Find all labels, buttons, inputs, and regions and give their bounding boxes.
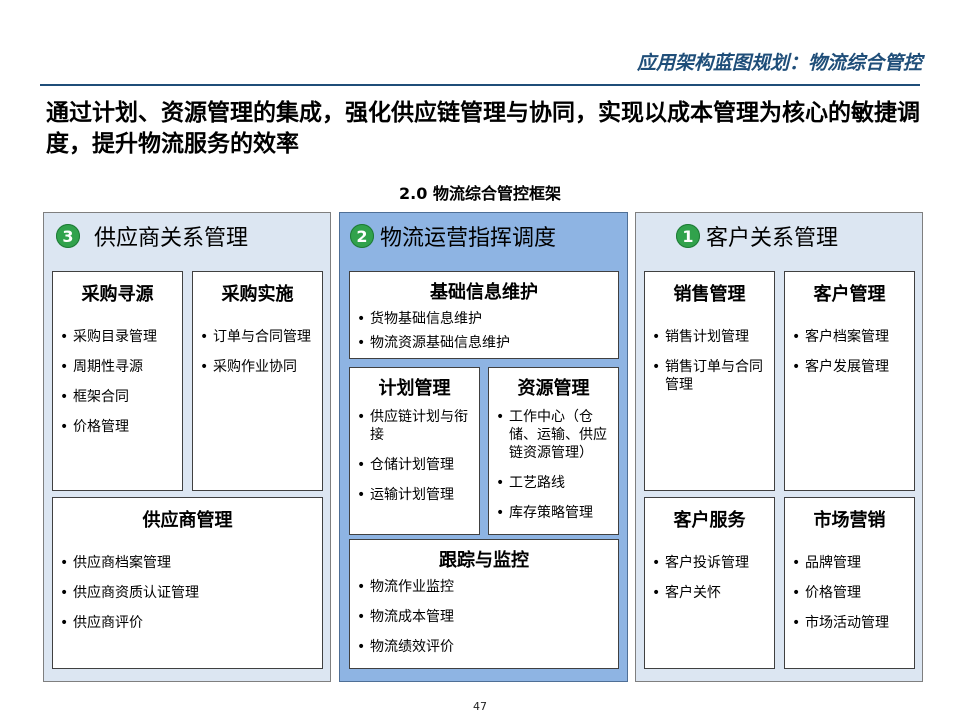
list-item: 供应链计划与衔接 <box>357 408 473 444</box>
list-item: 订单与合同管理 <box>200 328 316 346</box>
box-title: 客户服务 <box>673 510 746 531</box>
box-title: 客户管理 <box>813 284 886 305</box>
list-item: 工艺路线 <box>496 474 612 492</box>
box-procurement-execution: 采购实施 订单与合同管理 采购作业协同 <box>192 271 323 491</box>
box-title: 基础信息维护 <box>430 282 538 303</box>
box-resource-management: 资源管理 工作中心（仓储、运输、供应链资源管理） 工艺路线 库存策略管理 <box>488 367 619 535</box>
header-title: 应用架构蓝图规划：物流综合管控 <box>636 52 922 74</box>
list-item: 价格管理 <box>792 584 908 602</box>
box-title: 市场营销 <box>813 510 886 531</box>
header-divider <box>40 84 920 86</box>
headline: 通过计划、资源管理的集成，强化供应链管理与协同，实现以成本管理为核心的敏捷调度，… <box>46 100 920 157</box>
list-item: 周期性寻源 <box>60 358 176 376</box>
list-item: 供应商档案管理 <box>60 554 316 572</box>
list-item: 采购目录管理 <box>60 328 176 346</box>
column-header: 2 物流运营指挥调度 <box>340 221 627 251</box>
box-tracking-monitoring: 跟踪与监控 物流作业监控 物流成本管理 物流绩效评价 <box>349 539 619 669</box>
item-list: 订单与合同管理 采购作业协同 <box>193 328 322 376</box>
list-item: 客户档案管理 <box>792 328 908 346</box>
column-logistics-operations: 2 物流运营指挥调度 基础信息维护 货物基础信息维护 物流资源基础信息维护 计划… <box>339 212 628 682</box>
box-customer-management: 客户管理 客户档案管理 客户发展管理 <box>784 271 915 491</box>
box-supplier-management: 供应商管理 供应商档案管理 供应商资质认证管理 供应商评价 <box>52 497 323 669</box>
list-item: 物流成本管理 <box>357 608 612 626</box>
list-item: 供应商评价 <box>60 614 316 632</box>
box-title: 计划管理 <box>378 378 451 399</box>
list-item: 品牌管理 <box>792 554 908 572</box>
list-item: 客户发展管理 <box>792 358 908 376</box>
box-title: 供应商管理 <box>142 510 233 531</box>
item-list: 工作中心（仓储、运输、供应链资源管理） 工艺路线 库存策略管理 <box>489 408 618 522</box>
list-item: 运输计划管理 <box>357 486 473 504</box>
item-list: 货物基础信息维护 物流资源基础信息维护 <box>350 310 618 352</box>
list-item: 客户关怀 <box>652 584 768 602</box>
list-item: 物流绩效评价 <box>357 638 612 656</box>
list-item: 物流资源基础信息维护 <box>357 334 612 352</box>
item-list: 物流作业监控 物流成本管理 物流绩效评价 <box>350 578 618 656</box>
box-sales-management: 销售管理 销售计划管理 销售订单与合同管理 <box>644 271 775 491</box>
box-title: 跟踪与监控 <box>439 550 529 571</box>
number-badge-icon: 1 <box>676 224 700 248</box>
box-title: 销售管理 <box>673 284 746 305</box>
page-number: 47 <box>473 700 487 713</box>
item-list: 客户档案管理 客户发展管理 <box>785 328 914 376</box>
column-title: 供应商关系管理 <box>94 226 249 251</box>
list-item: 工作中心（仓储、运输、供应链资源管理） <box>496 408 612 462</box>
list-item: 市场活动管理 <box>792 614 908 632</box>
column-title: 客户关系管理 <box>706 226 839 251</box>
box-plan-management: 计划管理 供应链计划与衔接 仓储计划管理 运输计划管理 <box>349 367 480 535</box>
box-title: 采购寻源 <box>81 284 154 305</box>
number-badge-icon: 3 <box>56 224 80 248</box>
column-supplier-relationship: 3 供应商关系管理 采购寻源 采购目录管理 周期性寻源 框架合同 价格管理 采购… <box>43 212 331 682</box>
list-item: 框架合同 <box>60 388 176 406</box>
item-list: 客户投诉管理 客户关怀 <box>645 554 774 602</box>
list-item: 供应商资质认证管理 <box>60 584 316 602</box>
list-item: 物流作业监控 <box>357 578 612 596</box>
item-list: 销售计划管理 销售订单与合同管理 <box>645 328 774 394</box>
list-item: 价格管理 <box>60 418 176 436</box>
number-badge-icon: 2 <box>350 224 374 248</box>
item-list: 采购目录管理 周期性寻源 框架合同 价格管理 <box>53 328 182 436</box>
list-item: 采购作业协同 <box>200 358 316 376</box>
box-procurement-sourcing: 采购寻源 采购目录管理 周期性寻源 框架合同 价格管理 <box>52 271 183 491</box>
box-title: 采购实施 <box>221 284 294 305</box>
list-item: 客户投诉管理 <box>652 554 768 572</box>
list-item: 销售计划管理 <box>652 328 768 346</box>
item-list: 供应链计划与衔接 仓储计划管理 运输计划管理 <box>350 408 479 504</box>
list-item: 库存策略管理 <box>496 504 612 522</box>
item-list: 供应商档案管理 供应商资质认证管理 供应商评价 <box>53 554 322 632</box>
framework-title: 2.0 物流综合管控框架 <box>399 184 561 203</box>
item-list: 品牌管理 价格管理 市场活动管理 <box>785 554 914 632</box>
box-marketing: 市场营销 品牌管理 价格管理 市场活动管理 <box>784 497 915 669</box>
list-item: 货物基础信息维护 <box>357 310 612 328</box>
column-header: 1 客户关系管理 <box>636 221 922 251</box>
column-customer-relationship: 1 客户关系管理 销售管理 销售计划管理 销售订单与合同管理 客户管理 客户档案… <box>635 212 923 682</box>
box-customer-service: 客户服务 客户投诉管理 客户关怀 <box>644 497 775 669</box>
box-basic-info-maintenance: 基础信息维护 货物基础信息维护 物流资源基础信息维护 <box>349 271 619 359</box>
list-item: 销售订单与合同管理 <box>652 358 768 394</box>
list-item: 仓储计划管理 <box>357 456 473 474</box>
box-title: 资源管理 <box>517 378 590 399</box>
column-title: 物流运营指挥调度 <box>380 226 557 251</box>
column-header: 3 供应商关系管理 <box>44 221 330 251</box>
